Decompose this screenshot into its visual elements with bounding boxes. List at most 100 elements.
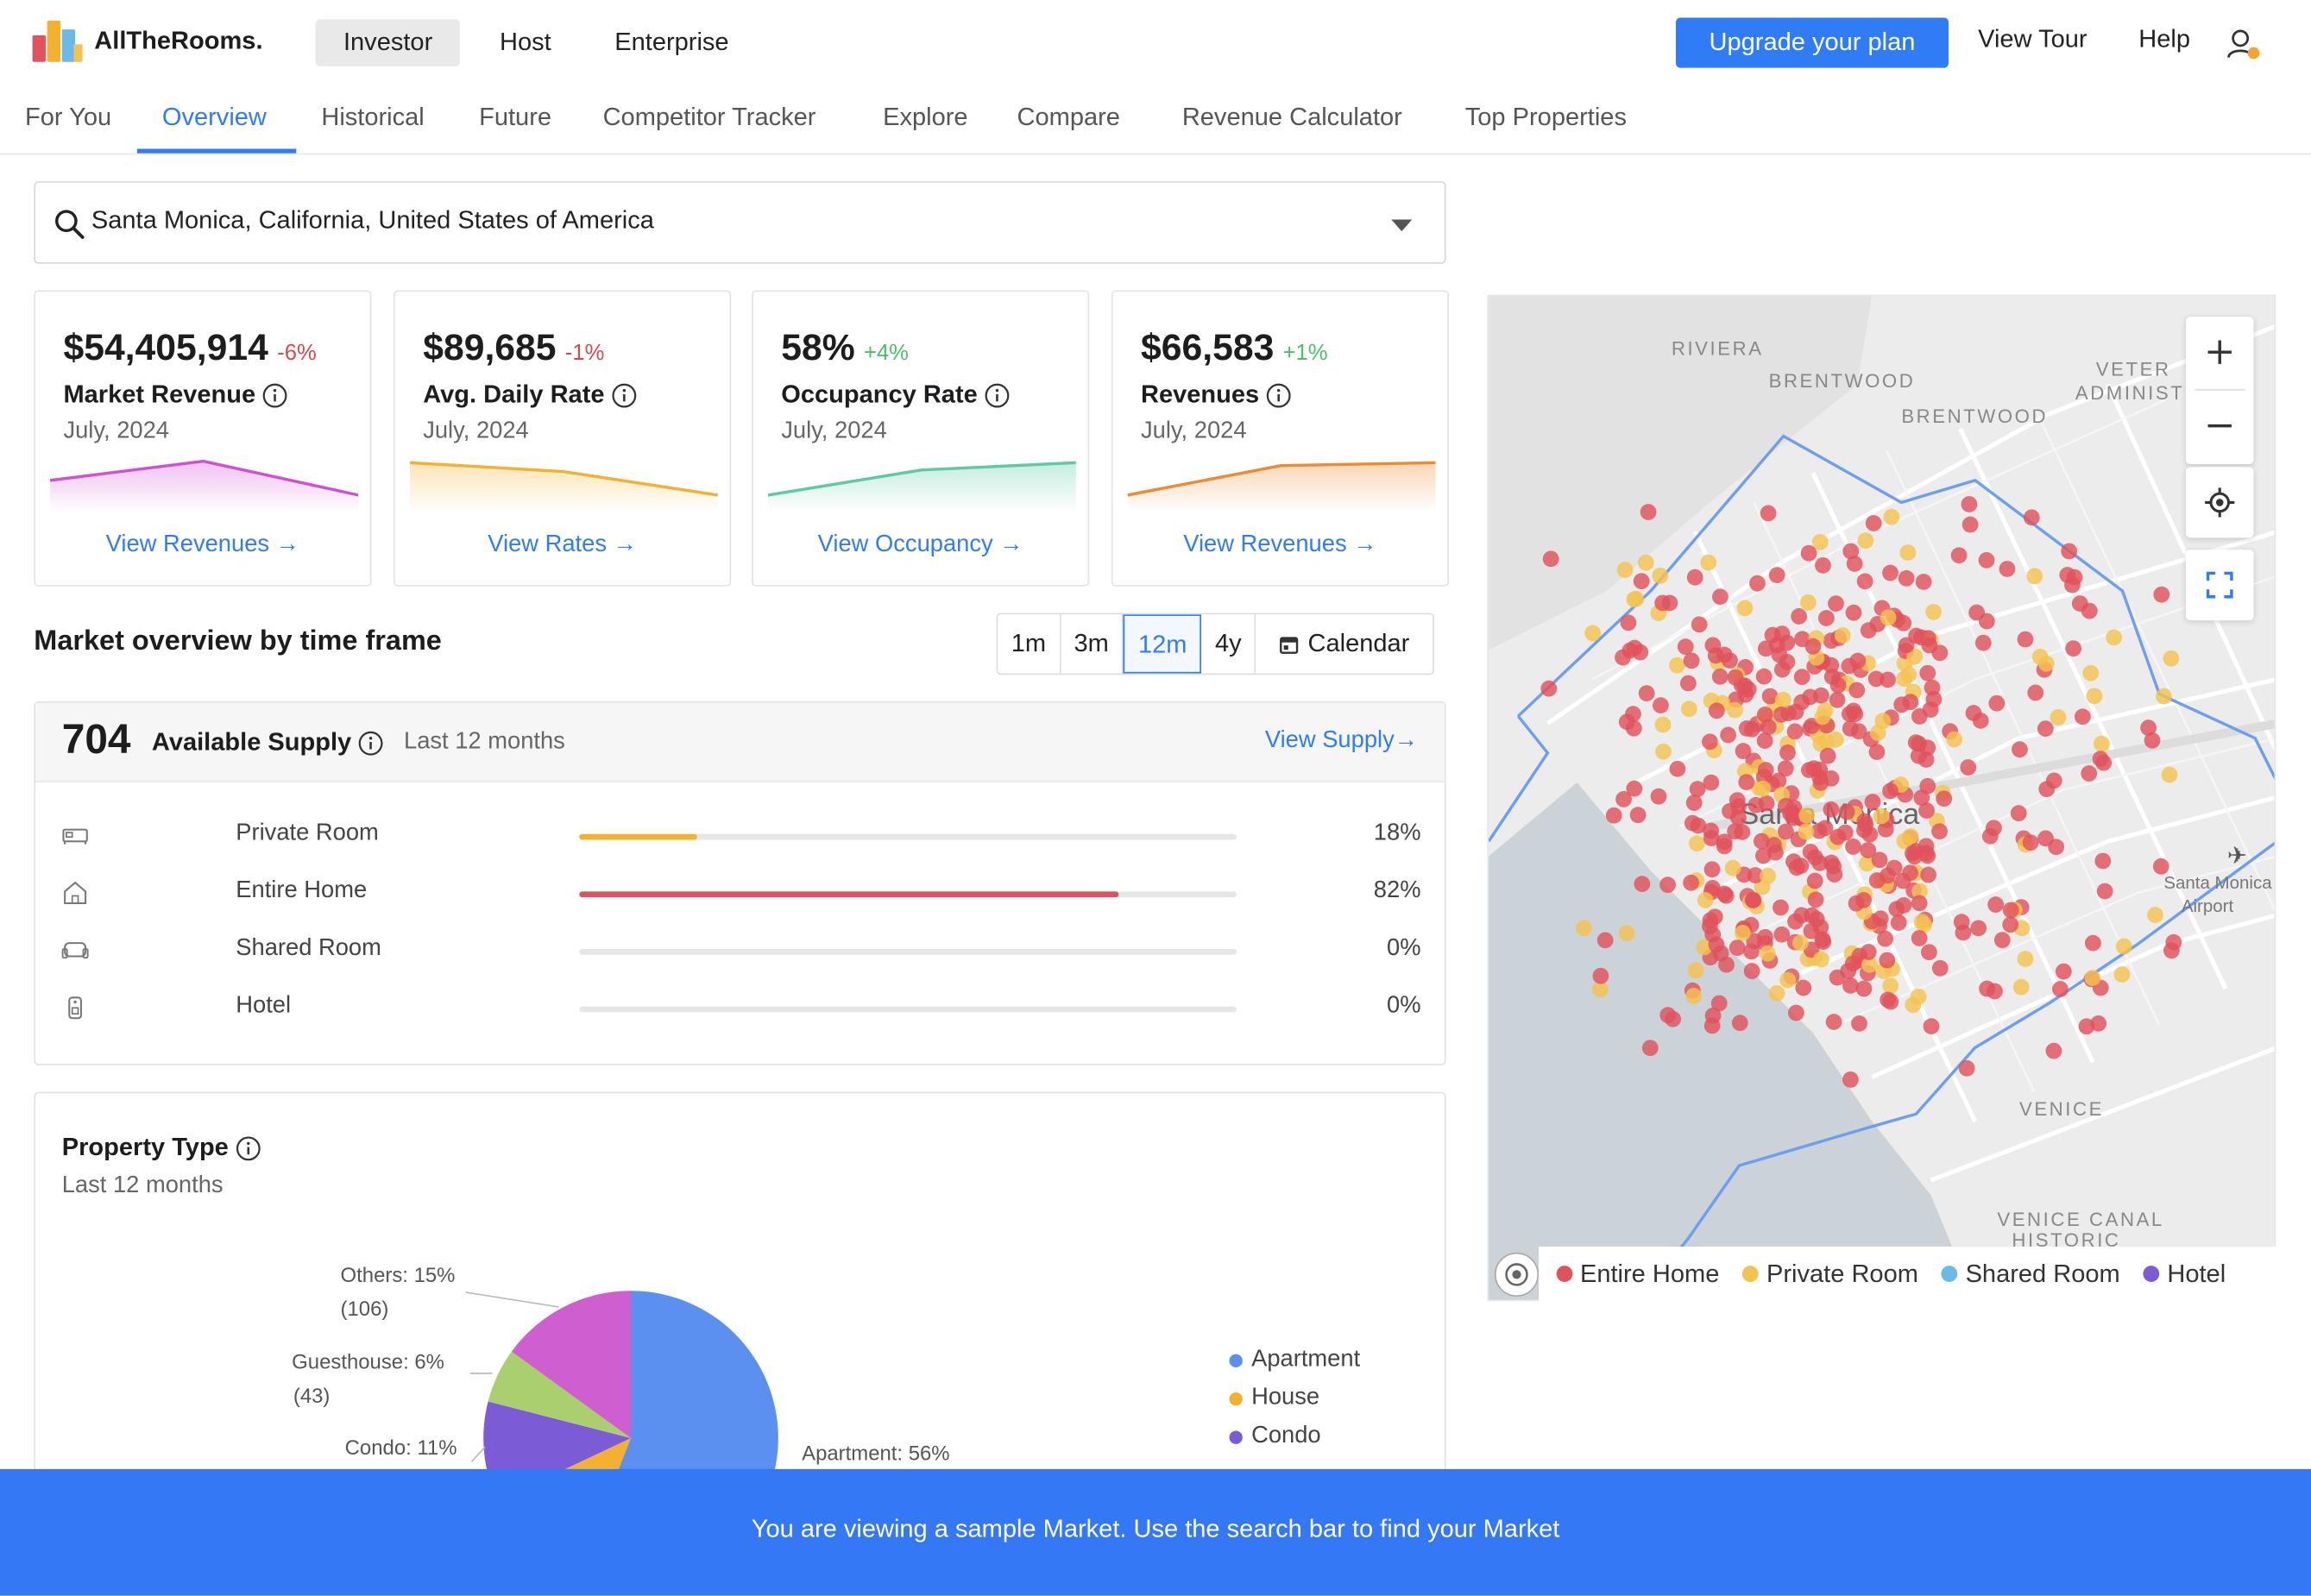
listing-dot[interactable] xyxy=(2106,629,2123,646)
listing-dot[interactable] xyxy=(1786,723,1804,740)
listing-dot[interactable] xyxy=(2048,839,2065,856)
listing-dot[interactable] xyxy=(1913,789,1930,807)
listing-dot[interactable] xyxy=(2038,781,2056,798)
listing-dot[interactable] xyxy=(1652,567,1669,584)
listing-dot[interactable] xyxy=(2045,1042,2062,1059)
listing-dot[interactable] xyxy=(2027,684,2044,701)
listing-dot[interactable] xyxy=(1653,697,1669,714)
chevron-down-icon[interactable] xyxy=(1391,219,1413,232)
listing-dot[interactable] xyxy=(1931,823,1948,840)
listing-dot[interactable] xyxy=(2092,751,2109,768)
listing-dot[interactable] xyxy=(1729,939,1746,956)
listing-dot[interactable] xyxy=(1774,691,1791,708)
listing-dot[interactable] xyxy=(2165,933,2182,951)
listing-dot[interactable] xyxy=(1734,824,1751,840)
listing-dot[interactable] xyxy=(2163,650,2180,667)
listing-dot[interactable] xyxy=(1735,743,1752,759)
listing-dot[interactable] xyxy=(2082,664,2100,682)
listing-dot[interactable] xyxy=(1773,706,1790,723)
listing-dot[interactable] xyxy=(1811,533,1829,550)
listing-dot[interactable] xyxy=(1720,726,1737,744)
listing-dot[interactable] xyxy=(1640,504,1657,520)
listing-dot[interactable] xyxy=(1785,853,1802,870)
listing-dot[interactable] xyxy=(1987,983,2003,1000)
persona-enterprise[interactable]: Enterprise xyxy=(587,19,757,66)
listing-dot[interactable] xyxy=(1804,638,1822,655)
listing-dot[interactable] xyxy=(1697,892,1714,908)
listing-dot[interactable] xyxy=(1605,807,1622,824)
listing-dot[interactable] xyxy=(1650,788,1667,805)
view-tour-link[interactable]: View Tour xyxy=(1978,25,2087,54)
listing-dot[interactable] xyxy=(1838,803,1855,820)
timeframe-1m-button[interactable]: 1m xyxy=(998,614,1061,674)
upgrade-plan-button[interactable]: Upgrade your plan xyxy=(1675,17,1949,68)
listing-dot[interactable] xyxy=(2096,883,2113,900)
listing-dot[interactable] xyxy=(1677,638,1694,656)
listing-dot[interactable] xyxy=(2147,907,2163,923)
listing-dot[interactable] xyxy=(1923,1018,1940,1035)
listing-dot[interactable] xyxy=(1920,630,1936,647)
listing-dot[interactable] xyxy=(1680,701,1697,718)
listing-dot[interactable] xyxy=(1754,780,1772,797)
listing-dot[interactable] xyxy=(1895,614,1912,631)
zoom-out-button[interactable] xyxy=(2186,391,2254,462)
listing-dot[interactable] xyxy=(1703,1017,1721,1034)
listing-dot[interactable] xyxy=(2084,970,2101,986)
listing-dot[interactable] xyxy=(1718,956,1735,973)
listing-dot[interactable] xyxy=(1978,551,1995,569)
listing-dot[interactable] xyxy=(2090,1015,2107,1032)
listing-dot[interactable] xyxy=(1865,515,1882,531)
listing-dot[interactable] xyxy=(1743,720,1760,738)
listing-dot[interactable] xyxy=(2023,509,2040,526)
listing-dot[interactable] xyxy=(1685,988,1703,1004)
listing-dot[interactable] xyxy=(2026,568,2043,585)
listing-dot[interactable] xyxy=(1540,680,1558,697)
listing-dot[interactable] xyxy=(1683,874,1699,891)
listing-dot[interactable] xyxy=(1823,801,1840,818)
listing-dot[interactable] xyxy=(1778,797,1794,814)
listing-dot[interactable] xyxy=(1823,669,1841,685)
listing-dot[interactable] xyxy=(1883,508,1900,525)
listing-dot[interactable] xyxy=(1685,795,1703,811)
listing-dot[interactable] xyxy=(2075,708,2091,726)
locate-me-button[interactable] xyxy=(2185,467,2254,538)
listing-dot[interactable] xyxy=(1825,858,1842,875)
listing-dot[interactable] xyxy=(1882,977,1899,995)
info-icon[interactable] xyxy=(263,382,288,407)
listing-dot[interactable] xyxy=(1848,682,1866,699)
listing-dot[interactable] xyxy=(1683,652,1700,669)
listing-dot[interactable] xyxy=(1902,864,1918,882)
listing-dot[interactable] xyxy=(1744,892,1761,908)
listing-dot[interactable] xyxy=(1962,516,1979,533)
listing-dot[interactable] xyxy=(1779,634,1796,651)
listing-dot[interactable] xyxy=(1848,895,1865,912)
listing-dot[interactable] xyxy=(1754,833,1770,850)
legend-item-condo[interactable]: Condo xyxy=(1229,1423,1321,1450)
listing-dot[interactable] xyxy=(1669,657,1685,674)
listing-dot[interactable] xyxy=(2081,765,2098,782)
listing-dot[interactable] xyxy=(1749,575,1766,592)
listing-dot[interactable] xyxy=(1638,685,1655,702)
listing-dot[interactable] xyxy=(1799,594,1817,611)
listing-dot[interactable] xyxy=(1899,544,1917,561)
listing-dot[interactable] xyxy=(1736,600,1754,617)
persona-host[interactable]: Host xyxy=(472,19,580,66)
listing-dot[interactable] xyxy=(1654,594,1672,612)
listing-dot[interactable] xyxy=(1999,561,2016,577)
listing-dot[interactable] xyxy=(2094,852,2112,870)
listing-dot[interactable] xyxy=(1654,716,1672,733)
listing-dot[interactable] xyxy=(1950,547,1968,564)
listing-dot[interactable] xyxy=(2002,902,2019,919)
listing-dot[interactable] xyxy=(1637,554,1654,571)
listing-dot[interactable] xyxy=(1893,696,1911,713)
listing-dot[interactable] xyxy=(1867,670,1885,688)
listing-dot[interactable] xyxy=(1834,627,1851,644)
listing-dot[interactable] xyxy=(1851,1015,1867,1032)
legend-item-house[interactable]: House xyxy=(1229,1386,1319,1412)
listing-dot[interactable] xyxy=(1895,897,1912,914)
listing-dot[interactable] xyxy=(1779,971,1797,989)
tab-top-properties[interactable]: Top Properties xyxy=(1465,104,1627,133)
listing-dot[interactable] xyxy=(1896,670,1913,688)
listing-dot[interactable] xyxy=(1755,847,1772,864)
listing-dot[interactable] xyxy=(1913,914,1930,931)
